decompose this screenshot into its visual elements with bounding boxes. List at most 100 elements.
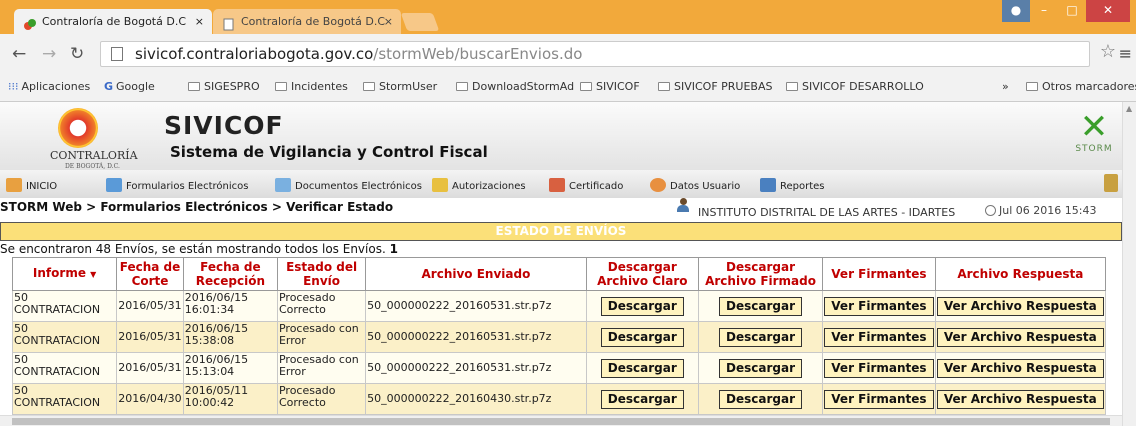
bookmark-sivicof[interactable]: SIVICOF (580, 80, 640, 94)
descargar-firmado-button[interactable]: Descargar (719, 389, 803, 409)
ver-archivo-respuesta-button[interactable]: Ver Archivo Respuesta (936, 296, 1104, 316)
cell-archivo: 50_000000222_20160531.str.p7z (365, 352, 587, 384)
scroll-up-icon[interactable]: ▲ (1126, 104, 1132, 113)
bookmark-star-icon[interactable]: ☆ (1100, 41, 1116, 62)
cell-corte: 2016/05/31 (116, 321, 184, 353)
reload-icon[interactable]: ↻ (70, 44, 84, 64)
forward-arrow-icon[interactable]: → (42, 44, 56, 64)
other-bookmarks[interactable]: Otros marcadores (1026, 80, 1136, 94)
descargar-claro-button[interactable]: Descargar (600, 358, 684, 378)
nav-datos-usuario[interactable]: Datos Usuario (650, 178, 740, 192)
col-informe[interactable]: Informe ▼ (11, 257, 118, 291)
nav-certificado[interactable]: Certificado (549, 178, 623, 192)
nav-formularios[interactable]: Formularios Electrónicos (106, 178, 248, 192)
horizontal-scrollbar[interactable] (0, 415, 1122, 426)
cell-estado: Procesado con Error (276, 352, 367, 384)
folder-icon (786, 82, 798, 91)
bookmark-sivicof-pruebas[interactable]: SIVICOF PRUEBAS (658, 80, 773, 94)
browser-tab-inactive[interactable]: Contraloría de Bogotá D.C × (213, 9, 401, 34)
new-tab-button[interactable] (400, 13, 440, 31)
logo-subtext: DE BOGOTÁ, D.C. (65, 163, 120, 170)
cell-recepcion: 2016/06/15 15:38:08 (182, 321, 278, 353)
bookmarks-bar: ⁝⁝⁝ Aplicaciones G Google SIGESPRO Inciden… (0, 74, 1136, 102)
nav-inicio[interactable]: INICIO (6, 178, 57, 192)
bookmark-apps[interactable]: ⁝⁝⁝ Aplicaciones (8, 80, 90, 94)
bookmark-google[interactable]: G Google (104, 80, 155, 94)
table-row: 50 CONTRATACION 2016/05/31 2016/06/15 15… (11, 321, 1107, 353)
bookmarks-overflow-button[interactable]: » (1002, 80, 1009, 94)
nav-autorizaciones[interactable]: Autorizaciones (432, 178, 526, 192)
ver-firmantes-button[interactable]: Ver Firmantes (824, 327, 934, 347)
bookmark-incidentes[interactable]: Incidentes (275, 80, 348, 94)
main-nav: INICIO Formularios Electrónicos Document… (0, 170, 1122, 198)
url-path: /stormWeb/buscarEnvios.do (373, 45, 583, 63)
descargar-firmado-button[interactable]: Descargar (719, 296, 803, 316)
folder-icon (658, 82, 670, 91)
folder-icon (188, 82, 200, 91)
back-arrow-icon[interactable]: ← (12, 44, 26, 64)
folder-icon (580, 82, 592, 91)
ver-archivo-respuesta-button[interactable]: Ver Archivo Respuesta (936, 327, 1104, 347)
datetime: Jul 06 2016 15:43 (985, 204, 1096, 217)
bookmark-sigespro[interactable]: SIGESPRO (188, 80, 260, 94)
cell-corte: 2016/04/30 (116, 383, 184, 415)
institution-name: INSTITUTO DISTRITAL DE LAS ARTES - IDART… (698, 206, 956, 219)
close-window-button[interactable]: ✕ (1086, 0, 1130, 22)
storm-web-logo: ✕ STORM (1070, 110, 1118, 160)
descargar-firmado-button[interactable]: Descargar (719, 327, 803, 347)
url-input[interactable]: sivicof.contraloriabogota.gov.co/stormWe… (100, 41, 1090, 67)
ver-firmantes-button[interactable]: Ver Firmantes (824, 296, 934, 316)
menu-icon[interactable]: ≡ (1119, 44, 1132, 63)
home-icon (6, 178, 22, 192)
tab-close-icon[interactable]: × (384, 9, 393, 34)
folder-icon (1026, 82, 1038, 91)
ver-archivo-respuesta-button[interactable]: Ver Archivo Respuesta (936, 389, 1104, 409)
maximize-button[interactable]: □ (1058, 0, 1086, 22)
descargar-firmado-button[interactable]: Descargar (719, 358, 803, 378)
site-subtitle: Sistema de Vigilancia y Control Fiscal (170, 143, 488, 161)
cell-descargar-firmado: Descargar (697, 352, 824, 384)
page-number-link[interactable]: 1 (390, 242, 398, 256)
minimize-button[interactable]: – (1030, 0, 1058, 22)
site-title: SIVICOF (164, 111, 284, 140)
cell-recepcion: 2016/06/15 15:13:04 (182, 352, 278, 384)
descargar-claro-button[interactable]: Descargar (600, 389, 684, 409)
bookmark-sivicof-desarrollo[interactable]: SIVICOF DESARROLLO (786, 80, 924, 94)
storm-logo-text: STORM (1075, 144, 1113, 154)
bookmark-downloadstorm[interactable]: DownloadStormAdmi (456, 80, 574, 94)
descargar-claro-button[interactable]: Descargar (600, 327, 684, 347)
nav-reportes[interactable]: Reportes (760, 178, 825, 192)
vertical-scrollbar[interactable]: ▲ (1122, 102, 1136, 426)
cell-corte: 2016/05/31 (116, 352, 184, 384)
cell-informe: 50 CONTRATACION (11, 352, 118, 384)
ver-firmantes-button[interactable]: Ver Firmantes (824, 389, 934, 409)
cell-corte: 2016/05/31 (116, 290, 184, 322)
cell-descargar-claro: Descargar (585, 383, 699, 415)
descargar-claro-button[interactable]: Descargar (600, 296, 684, 316)
browser-tab-active[interactable]: Contraloría de Bogotá D.C × (14, 9, 212, 34)
col-descargar-claro: Descargar Archivo Claro (585, 257, 699, 291)
scroll-thumb[interactable] (12, 418, 1110, 425)
cell-ver-firmantes: Ver Firmantes (822, 290, 936, 322)
envios-table: Informe ▼ Fecha de Corte Fecha de Recepc… (11, 257, 1107, 415)
results-summary: Se encontraron 48 Envíos, se están mostr… (0, 242, 398, 256)
table-row: 50 CONTRATACION 2016/04/30 2016/05/11 10… (11, 383, 1107, 415)
ver-archivo-respuesta-button[interactable]: Ver Archivo Respuesta (936, 358, 1104, 378)
breadcrumb: STORM Web > Formularios Electrónicos > V… (0, 200, 394, 214)
user-profile-icon[interactable]: ● (1002, 0, 1030, 22)
tab-title: Contraloría de Bogotá D.C (241, 15, 385, 28)
nav-documentos[interactable]: Documentos Electrónicos (275, 178, 422, 192)
col-archivo-enviado: Archivo Enviado (365, 257, 587, 291)
col-archivo-respuesta: Archivo Respuesta (934, 257, 1107, 291)
cell-ver-firmantes: Ver Firmantes (822, 383, 936, 415)
cell-archivo-respuesta: Ver Archivo Respuesta (934, 290, 1107, 322)
bookmark-stormuser[interactable]: StormUser (363, 80, 437, 94)
exit-door-icon[interactable] (1104, 174, 1118, 192)
cell-descargar-claro: Descargar (585, 352, 699, 384)
cell-descargar-firmado: Descargar (697, 383, 824, 415)
tab-close-icon[interactable]: × (195, 9, 204, 34)
ver-firmantes-button[interactable]: Ver Firmantes (824, 358, 934, 378)
form-icon (106, 178, 122, 192)
cell-informe: 50 CONTRATACION (11, 290, 118, 322)
col-fecha-corte: Fecha de Corte (116, 257, 184, 291)
